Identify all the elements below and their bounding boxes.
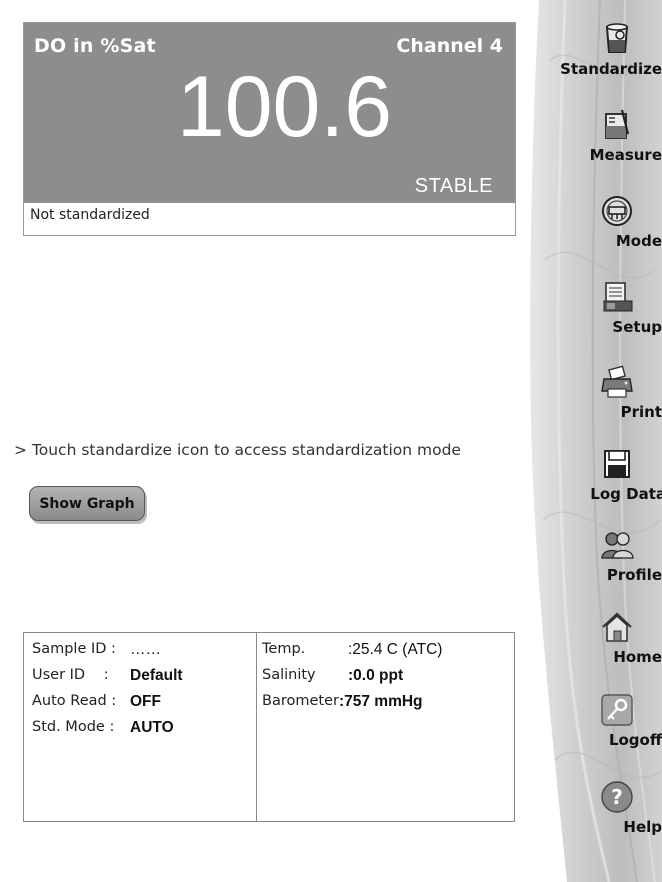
home-icon <box>602 612 632 642</box>
info-row-temp: Temp. :25.4 C (ATC) <box>262 641 514 667</box>
sidebar-item-label: Profile <box>606 566 662 584</box>
sidebar-item-mode[interactable]: Mode <box>525 194 662 250</box>
sidebar-item-label: Setup <box>612 318 662 336</box>
info-right-column: Temp. :25.4 C (ATC) Salinity :0.0 ppt Ba… <box>257 633 514 821</box>
floppy-disk-icon <box>604 450 630 478</box>
svg-text:?: ? <box>611 785 623 809</box>
sidebar-item-help[interactable]: ? Help <box>525 780 662 836</box>
sidebar-item-label: Logoff <box>608 731 662 749</box>
measure-beaker-icon <box>605 109 630 139</box>
printer-icon <box>601 365 633 398</box>
sidebar-item-standardize[interactable]: Standardize <box>525 22 662 78</box>
sidebar-item-label: Print <box>620 403 662 421</box>
info-label: Barometer <box>262 693 339 709</box>
sidebar: Standardize Measure Mode Setup Print Log… <box>525 0 662 882</box>
info-label: Salinity <box>262 667 316 683</box>
standardization-status: Not standardized <box>30 207 150 223</box>
info-value: :757 mmHg <box>338 693 423 710</box>
info-label: Auto Read : <box>32 693 117 709</box>
sidebar-item-label: Home <box>613 648 662 666</box>
info-row-auto-read: Auto Read : OFF <box>32 693 256 719</box>
reading-display: DO in %Sat Channel 4 100.6 STABLE <box>24 23 515 203</box>
info-row-salinity: Salinity :0.0 ppt <box>262 667 514 693</box>
info-table: Sample ID : …… User ID : Default Auto Re… <box>23 632 515 822</box>
sidebar-item-label: Help <box>623 818 662 836</box>
sidebar-item-label: Log Data <box>590 485 662 503</box>
sidebar-item-label: Standardize <box>560 60 662 78</box>
key-icon <box>601 694 633 726</box>
info-row-sample-id: Sample ID : …… <box>32 641 256 667</box>
info-row-barometer: Barometer :757 mmHg <box>262 693 514 719</box>
sidebar-item-log-data[interactable]: Log Data <box>525 447 662 503</box>
info-left-column: Sample ID : …… User ID : Default Auto Re… <box>24 633 257 821</box>
help-icon: ? <box>601 781 633 813</box>
hint-text: > Touch standardize icon to access stand… <box>14 441 461 459</box>
sidebar-item-print[interactable]: Print <box>525 365 662 421</box>
sidebar-item-profile[interactable]: Profile <box>525 528 662 584</box>
sidebar-item-setup[interactable]: Setup <box>525 280 662 336</box>
setup-icon <box>603 282 633 312</box>
info-label: Temp. <box>262 641 306 657</box>
info-value: OFF <box>130 693 161 710</box>
info-label: Sample ID : <box>32 641 116 657</box>
sidebar-item-label: Mode <box>615 232 662 250</box>
reading-value: 100.6 <box>176 59 393 155</box>
info-label: Std. Mode : <box>32 719 115 735</box>
info-row-std-mode: Std. Mode : AUTO <box>32 719 256 745</box>
info-value: :25.4 C (ATC) <box>348 641 443 658</box>
sidebar-item-home[interactable]: Home <box>525 610 662 666</box>
standardize-beaker-icon <box>605 23 629 53</box>
info-value: AUTO <box>130 719 174 736</box>
info-value: Default <box>130 667 183 684</box>
profile-users-icon <box>601 532 634 559</box>
sidebar-item-label: Measure <box>589 146 662 164</box>
stability-status: STABLE <box>414 175 493 197</box>
mode-icon <box>602 196 632 226</box>
info-value: …… <box>130 641 161 658</box>
show-graph-button[interactable]: Show Graph <box>29 486 145 521</box>
info-label: User ID : <box>32 667 109 683</box>
sidebar-item-logoff[interactable]: Logoff <box>525 693 662 749</box>
info-value: :0.0 ppt <box>348 667 404 684</box>
sidebar-item-measure[interactable]: Measure <box>525 108 662 164</box>
info-row-user-id: User ID : Default <box>32 667 256 693</box>
reading-panel: DO in %Sat Channel 4 100.6 STABLE Not st… <box>23 22 516 236</box>
channel-label: Channel 4 <box>396 35 503 57</box>
parameter-label: DO in %Sat <box>34 35 156 57</box>
